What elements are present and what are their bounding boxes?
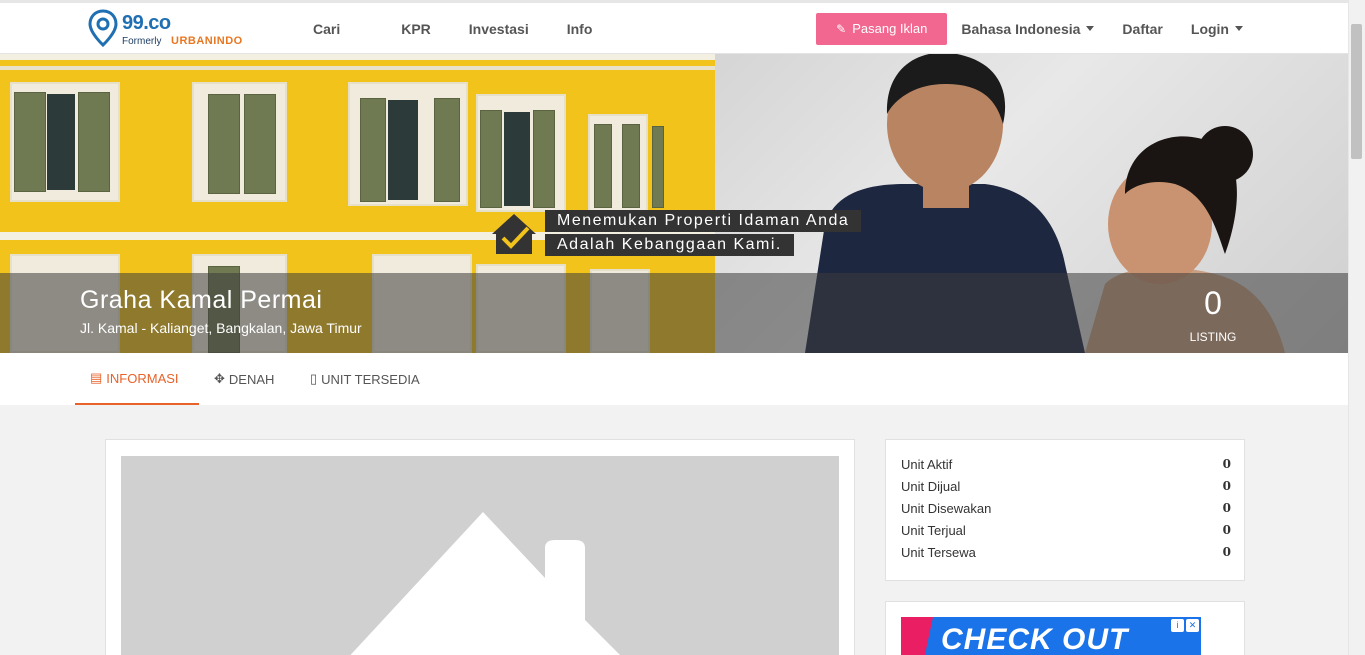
listing-count: 0 (1204, 285, 1222, 321)
stat-value: 0 (1222, 501, 1231, 515)
tab-denah-label: DENAH (228, 371, 275, 387)
ad-choices[interactable]: i ✕ (1171, 619, 1199, 632)
daftar-label: Daftar (1122, 20, 1163, 37)
stat-row: Unit Aktif 0 (901, 457, 1231, 472)
listing-label: LISTING (1189, 330, 1237, 344)
stat-row: Unit Dijual 0 (901, 479, 1231, 494)
image-placeholder (121, 456, 839, 655)
scrollbar-thumb[interactable] (1351, 24, 1362, 159)
tag-icon: ✎ (836, 21, 847, 36)
hero-banner: Menemukan Properti Idaman Anda Adalah Ke… (0, 54, 1348, 353)
tagline-line-2: Adalah Kebanggaan Kami. (545, 234, 794, 256)
logo-text: 99.co (122, 12, 171, 34)
stat-value: 0 (1222, 545, 1231, 559)
ad-stripe (901, 617, 933, 655)
stat-row: Unit Terjual 0 (901, 523, 1231, 538)
logo-formerly: Formerly (122, 36, 162, 47)
main-image-card (105, 439, 855, 655)
daftar-link[interactable]: Daftar (1122, 21, 1162, 37)
stat-label: Unit Dijual (901, 479, 961, 494)
ad-text: CHECK OUT (941, 623, 1129, 655)
house-placeholder-icon (350, 512, 620, 655)
nav-investasi[interactable]: Investasi (469, 21, 529, 37)
tab-informasi[interactable]: ▤ INFORMASI (75, 353, 199, 405)
move-icon: ✥ (214, 371, 225, 386)
page-scrollbar[interactable] (1348, 0, 1365, 655)
nav-kpr[interactable]: KPR (401, 21, 431, 37)
stat-value: 0 (1222, 457, 1231, 471)
unit-stats-card: Unit Aktif 0 Unit Dijual 0 Unit Disewaka… (885, 439, 1245, 581)
stat-label: Unit Tersewa (901, 545, 976, 560)
logo-urbanindo: URBANINDO (171, 35, 243, 47)
ad-card: CHECK OUT i ✕ (885, 601, 1245, 655)
language-dropdown[interactable]: Bahasa Indonesia (961, 20, 1095, 37)
ad-close-icon[interactable]: ✕ (1186, 619, 1199, 632)
top-navbar: 99.co Formerly URBANINDO Cari KPR Invest… (0, 0, 1348, 54)
caret-down-icon (1086, 26, 1095, 31)
detail-tabs: ▤ INFORMASI ✥ DENAH ▯ UNIT TERSEDIA (0, 353, 1348, 405)
nav-cari[interactable]: Cari (313, 21, 340, 37)
pasang-iklan-button[interactable]: ✎ Pasang Iklan (816, 12, 948, 45)
project-title: Graha Kamal Permai (80, 286, 323, 314)
stat-value: 0 (1222, 479, 1231, 493)
pasang-iklan-label: Pasang Iklan (852, 21, 928, 36)
stat-row: Unit Tersewa 0 (901, 545, 1231, 560)
stat-label: Unit Aktif (901, 457, 953, 472)
login-dropdown[interactable]: Login (1191, 21, 1243, 37)
nav-right: ✎ Pasang Iklan Bahasa Indonesia Daftar L… (816, 3, 1243, 54)
language-label: Bahasa Indonesia (961, 20, 1081, 37)
caret-down-icon (1235, 26, 1243, 31)
stat-row: Unit Disewakan 0 (901, 501, 1231, 516)
project-address: Jl. Kamal - Kalianget, Bangkalan, Jawa T… (80, 320, 362, 336)
tab-informasi-label: INFORMASI (106, 370, 179, 386)
stat-value: 0 (1222, 523, 1231, 537)
ad-banner[interactable]: CHECK OUT i ✕ (901, 617, 1201, 655)
location-pin-icon (88, 9, 118, 47)
tab-denah[interactable]: ✥ DENAH (214, 353, 274, 405)
ad-info-icon[interactable]: i (1171, 619, 1184, 632)
list-icon: ▤ (90, 370, 103, 385)
tab-unit-tersedia[interactable]: ▯ UNIT TERSEDIA (310, 353, 420, 405)
login-label: Login (1190, 20, 1229, 37)
tagline-line-1: Menemukan Properti Idaman Anda (545, 210, 862, 232)
tab-unit-tersedia-label: UNIT TERSEDIA (321, 371, 420, 387)
house-check-icon (492, 214, 536, 254)
stat-label: Unit Disewakan (901, 501, 992, 516)
logo[interactable]: 99.co Formerly URBANINDO (88, 9, 258, 51)
stat-label: Unit Terjual (901, 523, 966, 538)
nav-info[interactable]: Info (567, 21, 593, 37)
main-nav: Cari KPR Investasi Info (300, 3, 630, 54)
building-icon: ▯ (310, 371, 318, 386)
